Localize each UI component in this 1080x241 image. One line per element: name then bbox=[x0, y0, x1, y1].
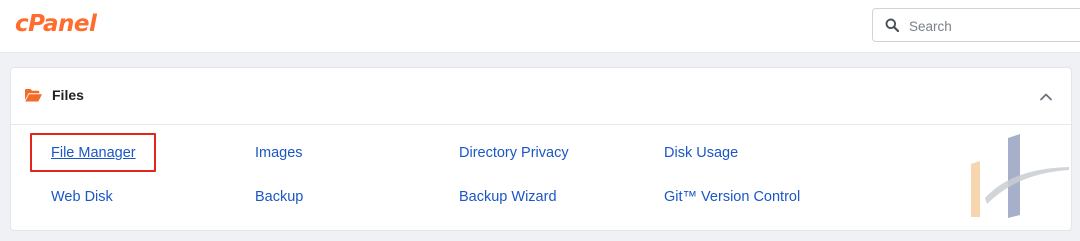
folder-open-icon bbox=[25, 89, 42, 102]
search-icon bbox=[885, 18, 899, 32]
section-title: Files bbox=[52, 87, 84, 103]
link-web-disk[interactable]: Web Disk bbox=[51, 189, 113, 205]
link-disk-usage[interactable]: Disk Usage bbox=[664, 145, 738, 161]
link-images[interactable]: Images bbox=[255, 145, 303, 161]
link-backup[interactable]: Backup bbox=[255, 189, 303, 205]
link-file-manager[interactable]: File Manager bbox=[51, 145, 136, 161]
h-logo-watermark-icon bbox=[971, 134, 1069, 218]
search-box[interactable] bbox=[872, 8, 1080, 42]
top-bar: cPanel bbox=[0, 0, 1080, 53]
link-backup-wizard[interactable]: Backup Wizard bbox=[459, 189, 557, 205]
link-directory-privacy[interactable]: Directory Privacy bbox=[459, 145, 569, 161]
link-git-version-control[interactable]: Git™ Version Control bbox=[664, 189, 800, 205]
search-input[interactable] bbox=[907, 15, 1071, 37]
cpanel-logo[interactable]: cPanel bbox=[15, 11, 97, 37]
chevron-up-icon[interactable] bbox=[1037, 88, 1055, 106]
files-section-header[interactable]: Files bbox=[11, 68, 1071, 125]
